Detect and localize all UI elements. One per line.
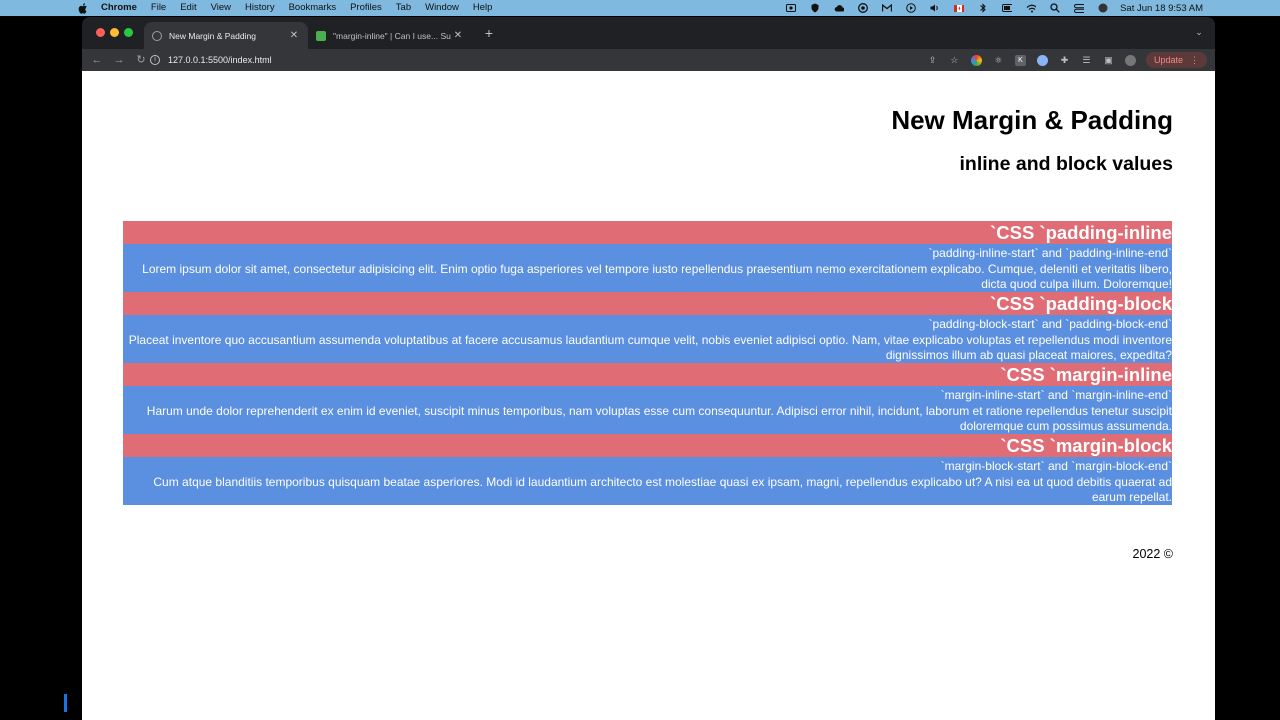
section-subheading: `padding-block-start` and `padding-block… [928, 317, 1172, 331]
page-title: New Margin & Padding [891, 105, 1173, 135]
volume-icon[interactable] [930, 3, 940, 13]
section-body-padding-block: `padding-block-start` and `padding-block… [123, 315, 1172, 363]
macos-menu-bar: Chrome File Edit View History Bookmarks … [0, 0, 1280, 16]
section-subheading: `padding-inline-start` and `padding-inli… [928, 246, 1172, 260]
close-tab-icon[interactable]: ✕ [452, 30, 464, 41]
close-window-button[interactable] [96, 28, 105, 37]
page-viewport: New Margin & Padding inline and block va… [82, 71, 1215, 720]
dock-edge-indicator [64, 694, 67, 712]
address-bar[interactable]: i 127.0.0.1:5500/index.html [150, 51, 970, 69]
menu-edit[interactable]: Edit [180, 0, 196, 16]
more-vert-icon[interactable]: ⋮ [1190, 52, 1199, 68]
sections-container: `CSS `padding-inline `padding-inline-sta… [123, 221, 1172, 505]
share-icon[interactable]: ⇪ [927, 55, 938, 66]
section-paragraph: Placeat inventore quo accusantium assume… [128, 332, 1172, 363]
menu-profiles[interactable]: Profiles [350, 0, 382, 16]
screen-record-icon[interactable] [786, 3, 797, 13]
profile-avatar[interactable] [1124, 54, 1136, 66]
section-paragraph: Harum unde dolor reprehenderit ex enim i… [146, 403, 1172, 434]
react-extension-icon[interactable]: ⚛ [993, 55, 1004, 66]
url-text[interactable]: 127.0.0.1:5500/index.html [168, 55, 272, 65]
section-paragraph: Lorem ipsum dolor sit amet, consectetur … [142, 261, 1172, 292]
tab-title: New Margin & Padding [169, 30, 256, 41]
section-subheading: `margin-inline-start` and `margin-inline… [940, 388, 1172, 402]
flag-canada-icon[interactable] [954, 3, 965, 13]
section-heading-padding-inline: `CSS `padding-inline [123, 221, 1172, 244]
page-subtitle: inline and block values [959, 153, 1173, 175]
tab-strip: New Margin & Padding ✕ "margin-inline" |… [82, 17, 1215, 49]
update-label: Update [1153, 55, 1183, 65]
browser-window: New Margin & Padding ✕ "margin-inline" |… [82, 17, 1215, 720]
back-arrow-icon[interactable]: ← [90, 53, 104, 67]
caniuse-favicon-icon [316, 30, 326, 41]
section-heading-padding-block: `CSS `padding-block [123, 292, 1172, 315]
control-center-icon[interactable] [1074, 3, 1085, 13]
play-icon[interactable] [906, 3, 916, 13]
status-area: Sat Jun 18 9:53 AM [772, 0, 1280, 16]
section-heading-margin-inline: `CSS `margin-inline [123, 363, 1172, 386]
menu-tab[interactable]: Tab [396, 0, 411, 16]
battery-icon[interactable] [1002, 3, 1013, 13]
section-subheading: `margin-block-start` and `margin-block-e… [940, 459, 1172, 473]
menu-help[interactable]: Help [473, 0, 493, 16]
section-heading-margin-block: `CSS `margin-block [123, 434, 1172, 457]
circle-extension-icon[interactable] [1036, 54, 1048, 66]
k-extension-icon[interactable]: K [1014, 54, 1026, 66]
site-info-icon[interactable]: i [150, 55, 160, 65]
menu-history[interactable]: History [245, 0, 275, 16]
siri-icon[interactable] [1098, 3, 1108, 13]
menu-app-name[interactable]: Chrome [101, 0, 137, 16]
gmail-icon[interactable] [882, 3, 893, 13]
globe-icon [152, 30, 162, 41]
reload-icon[interactable]: ↻ [134, 53, 148, 67]
spotlight-search-icon[interactable] [1050, 3, 1060, 13]
menu-view[interactable]: View [211, 0, 231, 16]
page-footer: 2022 © [1132, 547, 1174, 561]
extensions-area: ⇪ ☆ ⚛ K ✚ ☰ ▣ Update ⋮ [916, 51, 1207, 69]
section-paragraph: Cum atque blanditiis temporibus quisquam… [153, 474, 1172, 505]
creative-cloud-icon[interactable] [858, 3, 869, 13]
tab-new-margin-padding[interactable]: New Margin & Padding ✕ [144, 22, 308, 49]
new-tab-plus-icon[interactable]: + [482, 26, 496, 40]
tab-title: "margin-inline" | Can I use... Su [333, 30, 451, 41]
reading-list-icon[interactable]: ☰ [1081, 55, 1092, 66]
cloud-icon[interactable] [834, 3, 845, 13]
section-body-margin-block: `margin-block-start` and `margin-block-e… [123, 457, 1172, 505]
tab-can-i-use[interactable]: "margin-inline" | Can I use... Su ✕ [308, 22, 472, 49]
apple-icon[interactable] [77, 0, 89, 16]
menu-file[interactable]: File [151, 0, 166, 16]
menu-clock[interactable]: Sat Jun 18 9:53 AM [1120, 3, 1203, 14]
wifi-icon[interactable] [1026, 3, 1037, 13]
update-button[interactable]: Update ⋮ [1145, 52, 1207, 68]
puzzle-extensions-icon[interactable]: ✚ [1059, 55, 1070, 66]
bluetooth-icon[interactable] [978, 3, 988, 13]
menu-bookmarks[interactable]: Bookmarks [289, 0, 337, 16]
section-body-padding-inline: `padding-inline-start` and `padding-inli… [123, 244, 1172, 292]
zoom-window-button[interactable] [124, 28, 133, 37]
browser-toolbar: ← → ↻ i 127.0.0.1:5500/index.html ⇪ ☆ ⚛ … [82, 49, 1215, 71]
color-picker-extension-icon[interactable] [970, 54, 982, 66]
menu-window[interactable]: Window [425, 0, 459, 16]
bookmark-star-icon[interactable]: ☆ [949, 55, 960, 66]
tab-search-chevron-icon[interactable]: ⌄ [1193, 27, 1205, 39]
shield-icon[interactable] [810, 3, 820, 13]
side-panel-icon[interactable]: ▣ [1103, 55, 1114, 66]
section-body-margin-inline: `margin-inline-start` and `margin-inline… [123, 386, 1172, 434]
forward-arrow-icon[interactable]: → [112, 53, 126, 67]
close-tab-icon[interactable]: ✕ [288, 30, 300, 41]
minimize-window-button[interactable] [110, 28, 119, 37]
